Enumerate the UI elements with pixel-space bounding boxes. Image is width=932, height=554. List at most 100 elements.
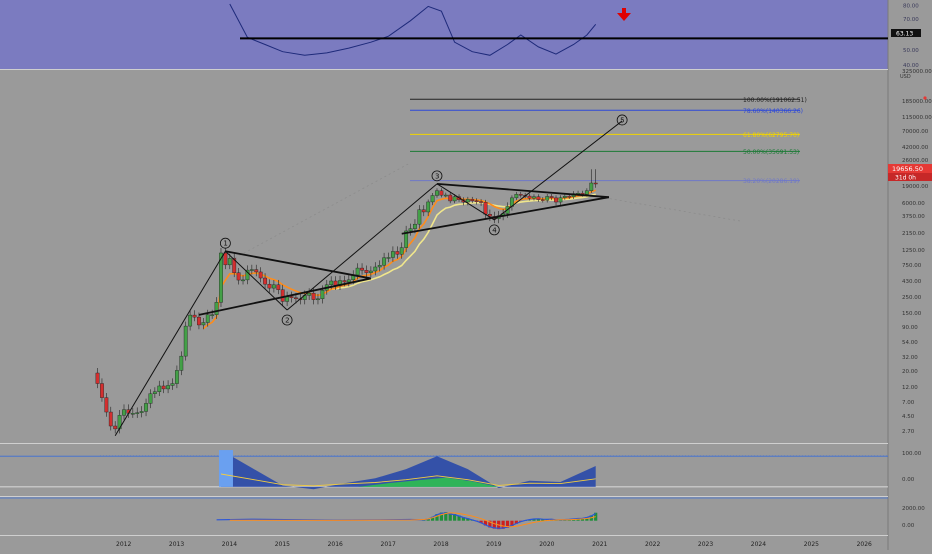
chart-stage[interactable]: 100.00%(191062.51) 78.60%(140366.26) 61.80… bbox=[0, 0, 932, 550]
candle-body bbox=[289, 296, 294, 298]
price-panel bbox=[0, 69, 888, 443]
last-price-tag: 19656.50 31d 0h bbox=[888, 164, 932, 182]
price-tick-label: 7.00 bbox=[902, 400, 915, 406]
candle-body bbox=[465, 199, 470, 203]
rsi-panel bbox=[0, 0, 888, 69]
candle-body bbox=[426, 201, 431, 213]
candle-body bbox=[355, 267, 360, 276]
time-tick-label: 2015 bbox=[275, 541, 290, 548]
price-tick-label: 185000.00 bbox=[902, 99, 932, 105]
candle-body bbox=[443, 194, 448, 197]
time-tick-label: 2020 bbox=[539, 541, 554, 548]
candle-body bbox=[108, 411, 113, 427]
price-tick-label: 2150.00 bbox=[902, 231, 925, 237]
candle-time-label: 31d 0h bbox=[895, 175, 916, 182]
rsi-tick-label: 70.00 bbox=[903, 17, 919, 23]
time-tick-label: 2021 bbox=[592, 541, 607, 548]
candle-body bbox=[95, 372, 100, 384]
candle-body bbox=[452, 196, 457, 202]
macd-signal-line bbox=[229, 512, 596, 528]
candle-body bbox=[271, 284, 276, 289]
candle-body bbox=[549, 196, 554, 199]
wave-label: 1 bbox=[223, 240, 227, 248]
fib-level-label: 50.00%(35691.53) bbox=[743, 149, 799, 156]
candle-body bbox=[567, 196, 572, 198]
currency-label: USD bbox=[900, 74, 911, 80]
price-tick-label: 2.70 bbox=[902, 429, 915, 435]
candle-body bbox=[439, 190, 444, 196]
candle-body bbox=[258, 271, 263, 279]
fib-level-label: 38.20%(20286.19) bbox=[743, 178, 799, 185]
candle-body bbox=[263, 277, 267, 285]
candle-body bbox=[130, 413, 135, 415]
candle-body bbox=[391, 251, 395, 258]
candle-body bbox=[483, 202, 488, 215]
osc-tick-label: 0.00 bbox=[902, 477, 915, 483]
candle-body bbox=[276, 284, 281, 290]
macd-tick-label: 2000.00 bbox=[902, 506, 925, 512]
macd-pane bbox=[0, 497, 888, 530]
candle-body bbox=[386, 257, 391, 259]
candle-body bbox=[558, 197, 563, 203]
price-tick-label: 3750.00 bbox=[902, 214, 925, 220]
price-tick-label: 20.00 bbox=[902, 369, 918, 375]
candle-body bbox=[152, 391, 157, 394]
osc-spike-bar bbox=[218, 450, 233, 487]
candle-body bbox=[223, 252, 228, 266]
wave-label: 3 bbox=[435, 172, 439, 180]
candle-body bbox=[527, 195, 532, 199]
candle-body bbox=[183, 325, 188, 357]
price-tick-label: 32.00 bbox=[902, 355, 918, 361]
candle-body bbox=[589, 182, 594, 191]
candle-body bbox=[249, 269, 254, 271]
candle-body bbox=[474, 200, 479, 202]
oscillator-pane bbox=[0, 450, 888, 490]
chart-canvas[interactable]: 100.00%(191062.51) 78.60%(140366.26) 61.80… bbox=[0, 0, 932, 550]
candle-body bbox=[104, 397, 109, 413]
candle-body bbox=[188, 314, 193, 327]
price-tick-label: 750.00 bbox=[902, 263, 922, 269]
price-tick-label: 70000.00 bbox=[902, 129, 929, 135]
rsi-level-label: 63.13 bbox=[896, 31, 913, 38]
time-tick-label: 2016 bbox=[328, 541, 343, 548]
candle-body bbox=[368, 270, 373, 273]
price-axis-area[interactable] bbox=[888, 0, 932, 550]
candle-body bbox=[192, 314, 197, 318]
price-tick-label: 150.00 bbox=[902, 311, 922, 317]
price-tick-label: 19000.00 bbox=[902, 184, 929, 190]
alert-dot bbox=[923, 96, 927, 100]
candle-body bbox=[545, 196, 550, 201]
candle-body bbox=[139, 411, 144, 413]
candle-body bbox=[254, 269, 259, 273]
candle-body bbox=[593, 182, 598, 185]
candle-body bbox=[170, 383, 175, 386]
fib-level-label: 61.80%(62795.70) bbox=[743, 132, 799, 139]
time-tick-label: 2023 bbox=[698, 541, 713, 548]
price-tick-label: 90.00 bbox=[902, 325, 918, 331]
candle-body bbox=[307, 292, 312, 296]
rsi-tick-label: 80.00 bbox=[903, 4, 919, 10]
candle-body bbox=[470, 199, 475, 201]
candle-body bbox=[214, 302, 219, 315]
candle-body bbox=[311, 292, 316, 300]
candle-body bbox=[382, 257, 386, 266]
candle-body bbox=[430, 195, 435, 203]
price-tick-label: 250.00 bbox=[902, 295, 922, 301]
candle-body bbox=[157, 385, 162, 392]
time-tick-label: 2024 bbox=[751, 541, 766, 548]
last-price-label: 19656.50 bbox=[892, 165, 923, 173]
time-tick-label: 2022 bbox=[645, 541, 660, 548]
candle-body bbox=[329, 280, 334, 286]
candle-body bbox=[179, 355, 184, 371]
candle-body bbox=[320, 290, 325, 300]
wave-label: 4 bbox=[492, 226, 497, 234]
candle-body bbox=[148, 393, 153, 404]
candle-body bbox=[227, 258, 232, 266]
candle-body bbox=[197, 316, 201, 326]
candle-body bbox=[122, 409, 126, 416]
candle-body bbox=[373, 266, 378, 272]
candle-body bbox=[135, 412, 140, 414]
osc-tick-label: 100.00 bbox=[902, 451, 922, 457]
time-tick-label: 2018 bbox=[433, 541, 448, 548]
rsi-level-tag: 63.13 bbox=[891, 29, 921, 38]
